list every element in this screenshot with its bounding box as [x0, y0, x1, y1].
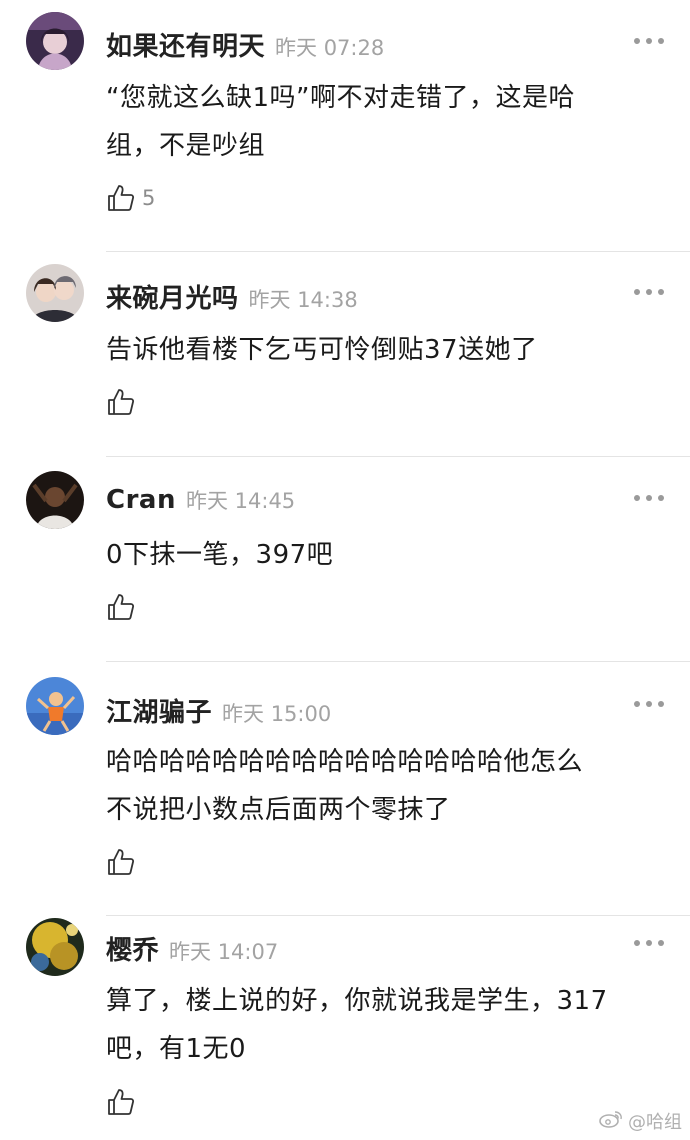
comment-author[interactable]: 江湖骗子	[106, 698, 212, 728]
comment-date: 昨天 15:00	[222, 702, 332, 726]
thumbs-up-icon	[106, 847, 136, 877]
comment-author-row: 来碗月光吗 昨天 14:38	[106, 278, 358, 315]
avatar[interactable]	[26, 471, 84, 529]
watermark-text: @哈组	[628, 1112, 682, 1133]
like-count: 5	[142, 186, 156, 210]
avatar[interactable]	[26, 12, 84, 70]
thumbs-up-icon	[106, 1087, 136, 1117]
comment-author-row: Cran 昨天 14:45	[106, 485, 295, 515]
more-options-icon[interactable]	[634, 493, 664, 503]
comment-text-line: “您就这么缺1吗”啊不对走错了，这是哈	[106, 83, 575, 113]
comment-author[interactable]: 如果还有明天	[106, 32, 265, 62]
comment-date: 昨天 07:28	[275, 36, 385, 60]
comment-author[interactable]: 樱乔	[106, 936, 159, 966]
like-button[interactable]	[106, 589, 136, 625]
comment-author-row: 樱乔 昨天 14:07	[106, 930, 278, 967]
thumbs-up-icon	[106, 183, 136, 213]
comment-author-row: 如果还有明天 昨天 07:28	[106, 26, 384, 63]
comment-text: 哈哈哈哈哈哈哈哈哈哈哈哈哈哈哈他怎么 不说把小数点后面两个零抹了	[106, 738, 666, 834]
comment-text-line: 组，不是吵组	[106, 131, 266, 161]
comment-text-line: 告诉他看楼下乞丐可怜倒贴37送她了	[106, 335, 538, 365]
divider	[106, 251, 690, 252]
thumbs-up-icon	[106, 592, 136, 622]
divider	[106, 661, 690, 662]
comment-text: 0下抹一笔，397吧	[106, 531, 666, 579]
comment-author[interactable]: Cran	[106, 485, 176, 515]
like-button[interactable]: 5	[106, 180, 155, 216]
like-button[interactable]	[106, 844, 136, 880]
comment-date: 昨天 14:45	[185, 489, 296, 513]
weibo-logo-icon	[598, 1109, 628, 1134]
avatar[interactable]	[26, 264, 84, 322]
comment-text-line: 算了，楼上说的好，你就说我是学生，317	[106, 986, 608, 1016]
more-options-icon[interactable]	[634, 699, 664, 709]
thumbs-up-icon	[106, 387, 136, 417]
comment-text: 告诉他看楼下乞丐可怜倒贴37送她了	[106, 326, 666, 374]
like-button[interactable]	[106, 1084, 136, 1120]
comment-date: 昨天 14:07	[169, 940, 279, 964]
avatar[interactable]	[26, 677, 84, 735]
comment-date: 昨天 14:38	[248, 288, 358, 312]
comment-text: “您就这么缺1吗”啊不对走错了，这是哈 组，不是吵组	[106, 74, 666, 170]
comment-author[interactable]: 来碗月光吗	[106, 284, 239, 314]
like-button[interactable]	[106, 384, 136, 420]
comment-text-line: 0下抹一笔，397吧	[106, 540, 334, 570]
watermark: @哈组	[598, 1108, 682, 1134]
comment-text: 算了，楼上说的好，你就说我是学生，317 吧，有1无0	[106, 977, 666, 1073]
more-options-icon[interactable]	[634, 36, 664, 46]
divider	[106, 915, 690, 916]
more-options-icon[interactable]	[634, 938, 664, 948]
more-options-icon[interactable]	[634, 287, 664, 297]
comment-author-row: 江湖骗子 昨天 15:00	[106, 692, 331, 729]
comment-text-line: 哈哈哈哈哈哈哈哈哈哈哈哈哈哈哈他怎么	[106, 747, 584, 777]
divider	[106, 456, 690, 457]
comment-text-line: 吧，有1无0	[106, 1034, 247, 1064]
comment-text-line: 不说把小数点后面两个零抹了	[106, 795, 451, 825]
avatar[interactable]	[26, 918, 84, 976]
